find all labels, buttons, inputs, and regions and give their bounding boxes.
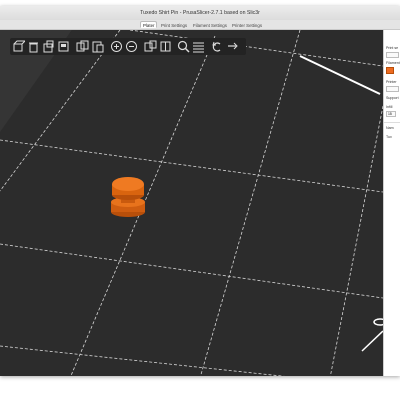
- split-objects-icon[interactable]: [144, 40, 157, 53]
- delete-icon[interactable]: [27, 40, 40, 53]
- remove-instance-icon[interactable]: [125, 40, 138, 53]
- printer-label: Printer: [386, 80, 397, 84]
- arrange-icon[interactable]: [57, 40, 70, 53]
- search-icon[interactable]: [177, 40, 190, 53]
- copy-icon[interactable]: [76, 40, 89, 53]
- tab-plater[interactable]: Plater: [140, 21, 158, 28]
- object-list-name-header: Nam: [386, 126, 394, 130]
- model-tuxedo-shirt-pin: [111, 177, 145, 217]
- infill-input[interactable]: 15: [386, 111, 396, 117]
- bed-surface: [0, 30, 383, 376]
- printer-select[interactable]: [386, 86, 399, 92]
- split-parts-icon[interactable]: [159, 40, 172, 53]
- supports-label: Support: [386, 96, 399, 100]
- settings-sidebar: Print se Filament Printer Support Infill…: [383, 30, 400, 376]
- divider: [384, 122, 400, 123]
- redo-icon[interactable]: [226, 40, 239, 53]
- infill-label: Infill: [386, 105, 393, 109]
- 3d-viewport[interactable]: [0, 30, 383, 376]
- print-settings-select[interactable]: [386, 52, 399, 58]
- delete-all-icon[interactable]: [42, 40, 55, 53]
- title-bar: Tuxedo Shirt Pin - PrusaSlicer-2.7.1 bas…: [0, 6, 400, 21]
- tab-filament-settings[interactable]: Filament Settings: [190, 21, 230, 28]
- undo-icon[interactable]: [211, 40, 224, 53]
- cube-add-icon[interactable]: [12, 40, 27, 53]
- layers-editing-icon[interactable]: [192, 40, 205, 53]
- window-title: Tuxedo Shirt Pin - PrusaSlicer-2.7.1 bas…: [140, 10, 260, 16]
- tab-print-settings[interactable]: Print Settings: [158, 21, 190, 28]
- tab-bar: Plater Print Settings Filament Settings …: [0, 20, 400, 30]
- build-plate-scene[interactable]: [0, 30, 383, 376]
- paste-icon[interactable]: [91, 40, 104, 53]
- print-settings-label: Print se: [386, 46, 399, 50]
- object-list-item[interactable]: Tux: [386, 135, 392, 139]
- filament-label: Filament: [386, 61, 400, 65]
- add-instance-icon[interactable]: [110, 40, 123, 53]
- tab-printer-settings[interactable]: Printer Settings: [229, 21, 265, 28]
- filament-color-swatch[interactable]: [386, 67, 394, 74]
- plater-toolbar: [10, 38, 246, 55]
- app-window: Tuxedo Shirt Pin - PrusaSlicer-2.7.1 bas…: [0, 6, 400, 376]
